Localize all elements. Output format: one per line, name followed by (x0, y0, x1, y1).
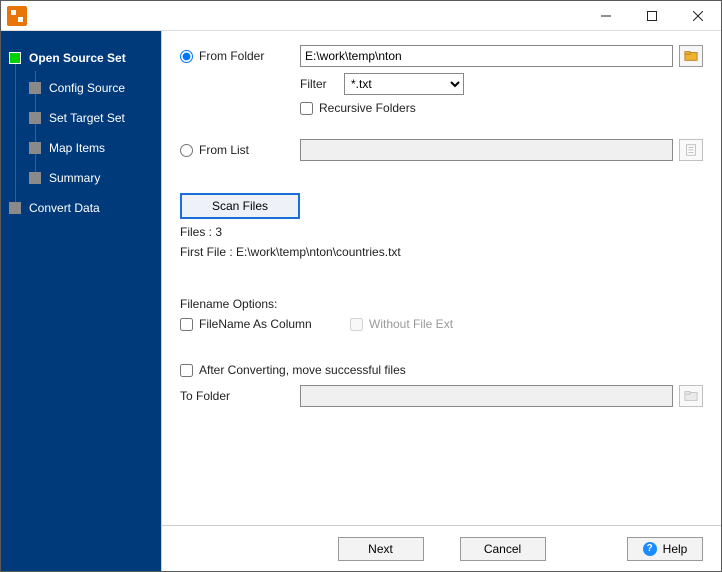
sidebar-item-config-source[interactable]: Config Source (1, 73, 161, 103)
app-icon (7, 6, 27, 26)
recursive-label: Recursive Folders (319, 101, 416, 115)
after-converting-label: After Converting, move successful files (199, 363, 406, 377)
filename-as-column-checkbox[interactable]: FileName As Column (180, 317, 350, 331)
body: Open Source Set Config Source Set Target… (1, 31, 721, 571)
step-indicator-icon (29, 172, 41, 184)
close-button[interactable] (675, 1, 721, 31)
folder-path-input[interactable] (300, 45, 673, 67)
titlebar (1, 1, 721, 31)
help-button[interactable]: ? Help (627, 537, 703, 561)
from-folder-radio-input[interactable] (180, 50, 193, 63)
sidebar-item-label: Set Target Set (49, 111, 125, 125)
sidebar-item-open-source-set[interactable]: Open Source Set (1, 43, 161, 73)
sidebar-item-label: Map Items (49, 141, 105, 155)
folder-open-icon (684, 49, 698, 63)
without-file-ext-checkbox: Without File Ext (350, 317, 453, 331)
cancel-button[interactable]: Cancel (460, 537, 546, 561)
main-panel: From Folder Filter (161, 31, 721, 571)
sidebar-item-map-items[interactable]: Map Items (1, 133, 161, 163)
content-area: From Folder Filter (162, 31, 721, 525)
without-file-ext-checkbox-input (350, 318, 363, 331)
minimize-button[interactable] (583, 1, 629, 31)
to-folder-label: To Folder (180, 389, 230, 403)
app-window: Open Source Set Config Source Set Target… (0, 0, 722, 572)
from-list-radio-input[interactable] (180, 144, 193, 157)
sidebar-item-label: Config Source (49, 81, 125, 95)
recursive-checkbox[interactable]: Recursive Folders (300, 101, 416, 115)
from-folder-label: From Folder (199, 49, 264, 63)
first-file-label: First File : E:\work\temp\nton\countries… (180, 245, 703, 259)
help-icon: ? (643, 542, 657, 556)
filter-combo[interactable]: *.txt (344, 73, 464, 95)
scan-files-button[interactable]: Scan Files (180, 193, 300, 219)
filter-label: Filter (300, 77, 338, 91)
sidebar-item-label: Open Source Set (29, 51, 126, 65)
next-button[interactable]: Next (338, 537, 424, 561)
files-count-label: Files : 3 (180, 225, 703, 239)
wizard-sidebar: Open Source Set Config Source Set Target… (1, 31, 161, 571)
sidebar-item-label: Convert Data (29, 201, 100, 215)
browse-list-button (679, 139, 703, 161)
step-indicator-icon (29, 112, 41, 124)
filename-options-heading: Filename Options: (180, 297, 703, 311)
after-converting-checkbox-input[interactable] (180, 364, 193, 377)
maximize-button[interactable] (629, 1, 675, 31)
recursive-checkbox-input[interactable] (300, 102, 313, 115)
footer: Next Cancel ? Help (162, 525, 721, 571)
from-folder-radio[interactable]: From Folder (180, 49, 264, 63)
sidebar-item-label: Summary (49, 171, 100, 185)
without-file-ext-label: Without File Ext (369, 317, 453, 331)
step-indicator-icon (29, 142, 41, 154)
help-label: Help (663, 542, 688, 556)
from-list-radio[interactable]: From List (180, 143, 249, 157)
browse-to-folder-button (679, 385, 703, 407)
after-converting-checkbox[interactable]: After Converting, move successful files (180, 363, 703, 377)
step-indicator-icon (9, 52, 21, 64)
step-indicator-icon (9, 202, 21, 214)
filename-as-column-checkbox-input[interactable] (180, 318, 193, 331)
file-icon (684, 143, 698, 157)
browse-folder-button[interactable] (679, 45, 703, 67)
sidebar-item-convert-data[interactable]: Convert Data (1, 193, 161, 223)
from-list-label: From List (199, 143, 249, 157)
sidebar-item-set-target-set[interactable]: Set Target Set (1, 103, 161, 133)
sidebar-item-summary[interactable]: Summary (1, 163, 161, 193)
folder-open-icon (684, 389, 698, 403)
step-indicator-icon (29, 82, 41, 94)
from-list-input (300, 139, 673, 161)
filename-as-column-label: FileName As Column (199, 317, 312, 331)
to-folder-input (300, 385, 673, 407)
